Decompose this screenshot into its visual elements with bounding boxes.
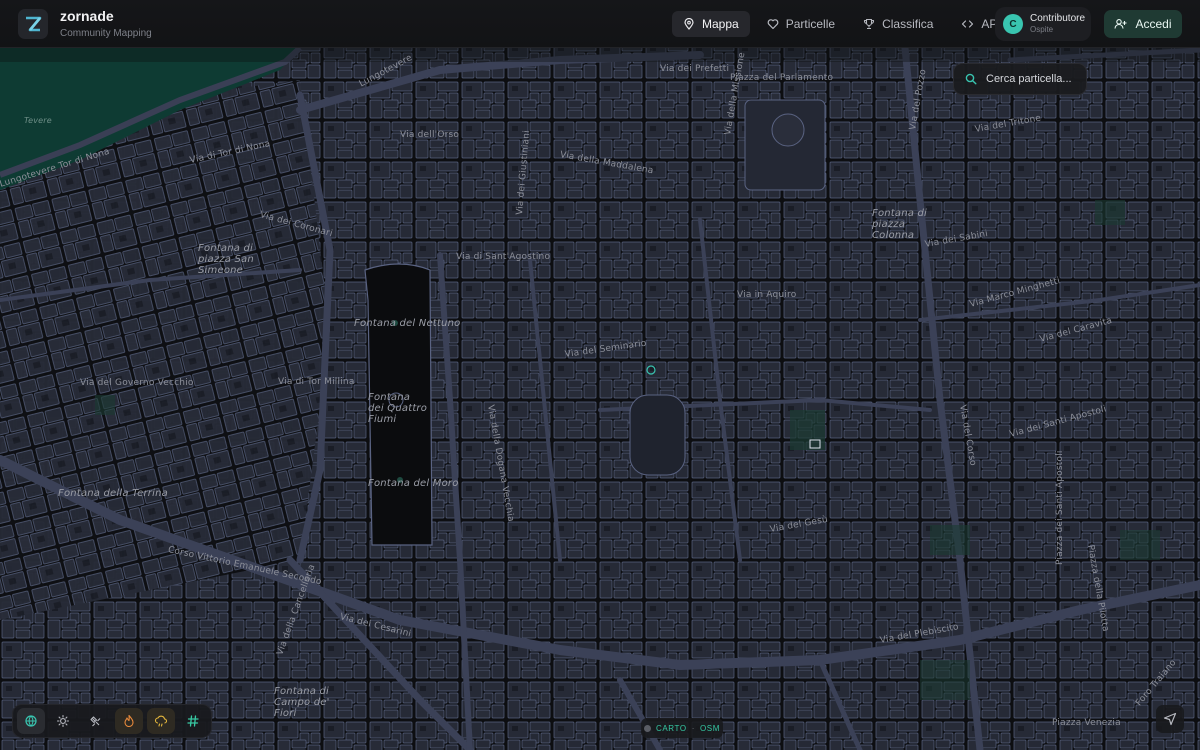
top-navbar: zornade Community Mapping Mappa Particel… xyxy=(0,0,1200,48)
app-subtitle: Community Mapping xyxy=(60,27,152,39)
nav-item-particelle[interactable]: Particelle xyxy=(756,11,846,37)
attribution-separator: · xyxy=(691,723,695,733)
map-tools-toolbar xyxy=(12,704,212,738)
code-icon xyxy=(962,20,974,28)
attribution-dot-icon xyxy=(643,724,651,732)
layers-globe-icon xyxy=(25,715,37,727)
user-name: Contributore xyxy=(1030,13,1086,25)
user-chip[interactable]: C Contributore Ospite xyxy=(995,7,1091,41)
login-button[interactable]: Accedi xyxy=(1104,10,1182,38)
user-plus-icon xyxy=(1114,19,1127,29)
app-name: zornade xyxy=(60,7,114,24)
map-canvas[interactable]: Tevere Lungotevere Tor di Nona Lungoteve… xyxy=(0,0,1200,750)
nav-item-classifica[interactable]: Classifica xyxy=(852,11,944,37)
tool-satellite-button[interactable] xyxy=(81,708,109,734)
tool-layers-button[interactable] xyxy=(17,708,45,734)
map-tiles xyxy=(0,0,1200,750)
hash-icon xyxy=(187,715,199,727)
navigation-arrow-icon xyxy=(1163,712,1177,726)
tool-weather-button[interactable] xyxy=(147,708,175,734)
login-label: Accedi xyxy=(1135,17,1172,31)
attribution-osm: OSM xyxy=(699,723,720,733)
avatar: C xyxy=(1003,14,1023,34)
search-label: Cerca particella... xyxy=(986,73,1072,85)
nav-label-mappa: Mappa xyxy=(702,17,739,31)
tool-grid-button[interactable] xyxy=(179,708,207,734)
brand[interactable]: zornade Community Mapping xyxy=(18,8,152,40)
main-nav: Mappa Particelle Classifica API xyxy=(672,11,1012,37)
search-icon xyxy=(965,73,977,85)
tool-heat-button[interactable] xyxy=(115,708,143,734)
sun-icon xyxy=(56,714,70,728)
nav-label-classifica: Classifica xyxy=(882,17,934,31)
zornade-logo-icon xyxy=(18,8,48,39)
map-attribution[interactable]: CARTO · OSM xyxy=(641,718,723,738)
heart-icon xyxy=(767,19,779,30)
trophy-icon xyxy=(864,18,875,30)
user-role: Ospite xyxy=(1030,25,1054,35)
attribution-carto: CARTO xyxy=(655,723,687,733)
cloud-drizzle-icon xyxy=(154,715,168,727)
flame-icon xyxy=(124,714,134,728)
locate-me-button[interactable] xyxy=(1156,705,1184,733)
search-parcel-button[interactable]: Cerca particella... xyxy=(953,63,1087,95)
tool-light-button[interactable] xyxy=(49,708,77,734)
map-pin-icon xyxy=(684,18,694,30)
nav-label-particelle: Particelle xyxy=(785,17,836,31)
satellite-icon xyxy=(90,716,101,727)
nav-item-mappa[interactable]: Mappa xyxy=(672,11,750,37)
